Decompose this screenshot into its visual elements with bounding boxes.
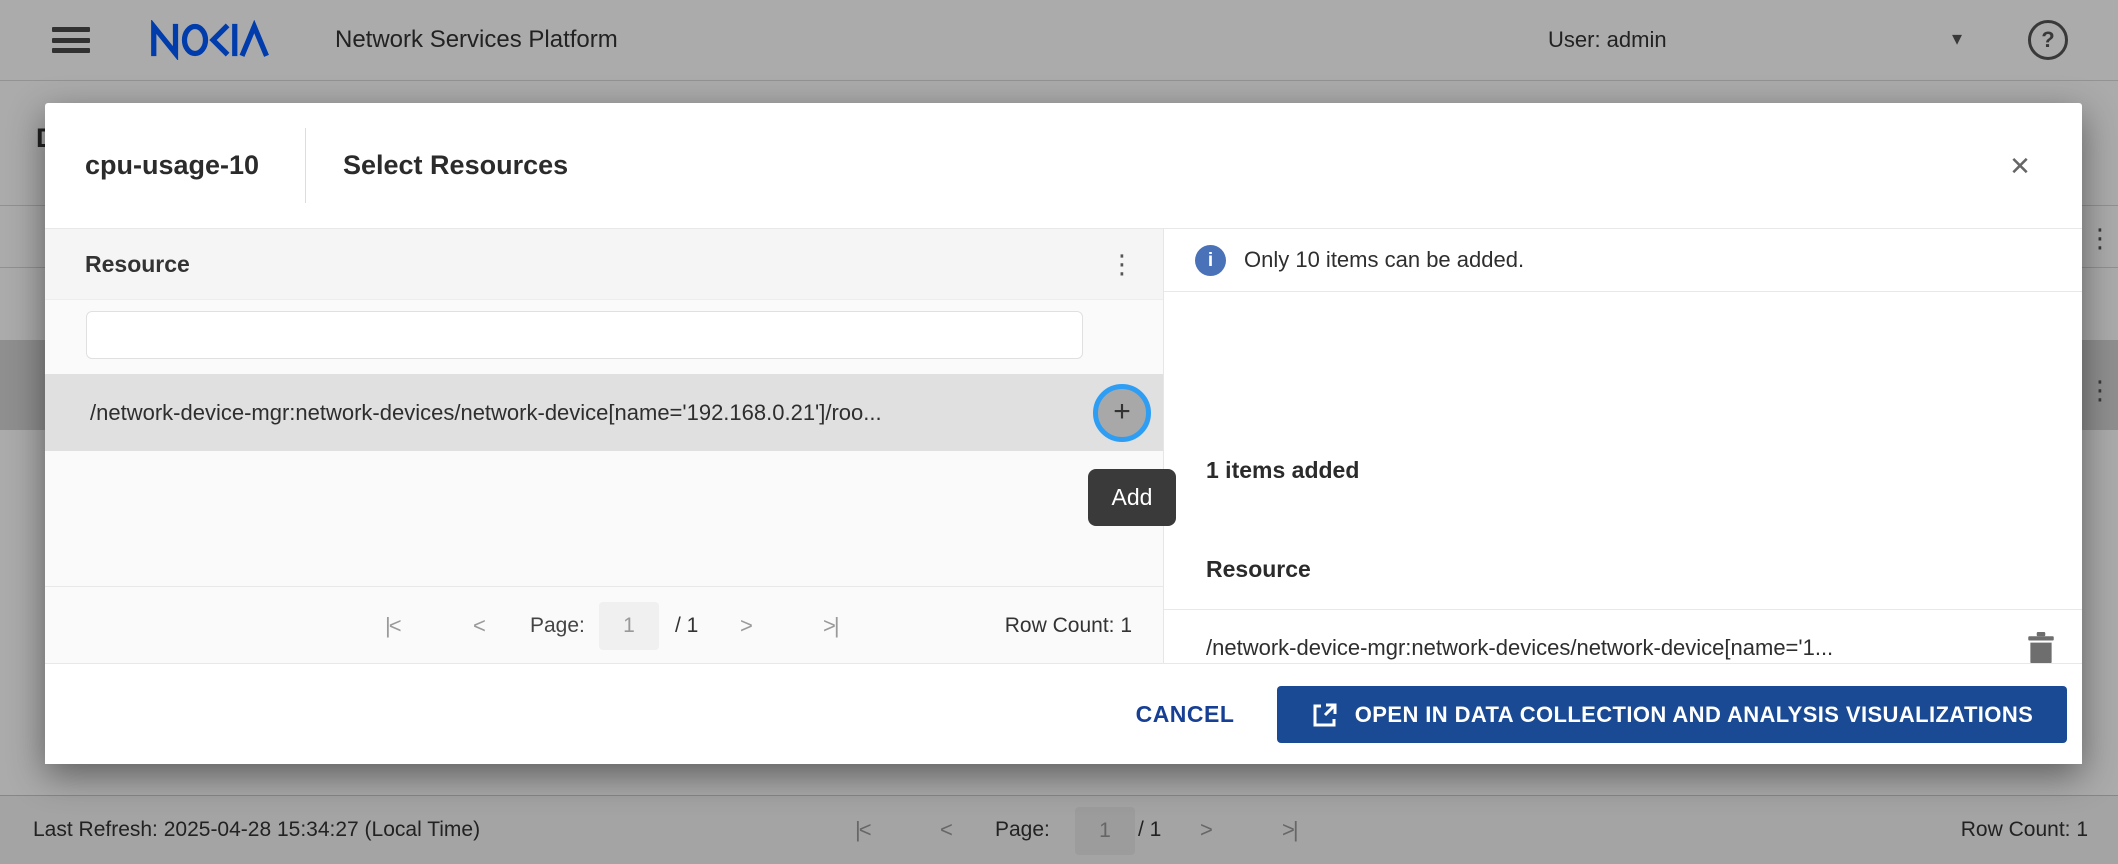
open-in-visualizations-label: OPEN IN DATA COLLECTION AND ANALYSIS VIS… [1355,702,2033,728]
row-count-label: Row Count: 1 [1005,587,1132,665]
info-banner: i Only 10 items can be added. [1164,229,2082,292]
dialog-footer: CANCEL OPEN IN DATA COLLECTION AND ANALY… [45,663,2082,764]
select-resources-dialog: cpu-usage-10 Select Resources ✕ Resource… [45,103,2082,763]
external-link-icon [1311,701,1339,729]
kebab-menu-icon[interactable]: ⋮ [1101,229,1143,299]
prev-page-icon[interactable]: < [473,587,484,665]
open-in-visualizations-button[interactable]: OPEN IN DATA COLLECTION AND ANALYSIS VIS… [1277,686,2067,743]
add-resource-button[interactable]: + [1093,384,1151,442]
close-icon[interactable]: ✕ [1997,143,2043,189]
resource-pagination: |< < Page: / 1 > >| Row Count: 1 [45,586,1163,665]
cancel-button[interactable]: CANCEL [1125,686,1245,742]
add-tooltip: Add [1088,469,1176,526]
resource-path: /network-device-mgr:network-devices/netw… [90,374,882,451]
resource-filter-input[interactable] [86,311,1083,359]
dialog-subtitle: Select Resources [343,103,568,228]
dialog-header: cpu-usage-10 Select Resources ✕ [45,103,2082,228]
resource-picker-panel: Resource ⋮ /network-device-mgr:network-d… [45,228,1163,664]
resource-column-header: Resource [85,229,190,299]
info-message: Only 10 items can be added. [1244,229,1524,291]
header-divider [305,128,306,203]
page-label: Page: [530,587,585,665]
dialog-title: cpu-usage-10 [85,103,259,228]
resource-column-header-row: Resource ⋮ [45,229,1163,300]
items-added-label: 1 items added [1206,457,1359,484]
added-items-panel: i Only 10 items can be added. 1 items ad… [1164,228,2082,664]
screen: Network Services Platform User: admin ▾ … [0,0,2118,864]
info-icon: i [1195,245,1226,276]
last-page-icon[interactable]: >| [823,587,838,665]
page-number-input[interactable] [599,602,659,650]
resource-result-row[interactable]: /network-device-mgr:network-devices/netw… [45,374,1163,451]
resource-column-header: Resource [1206,556,1311,583]
delete-icon[interactable] [2024,632,2058,666]
next-page-icon[interactable]: > [740,587,751,665]
first-page-icon[interactable]: |< [385,587,400,665]
page-total: / 1 [675,587,698,665]
